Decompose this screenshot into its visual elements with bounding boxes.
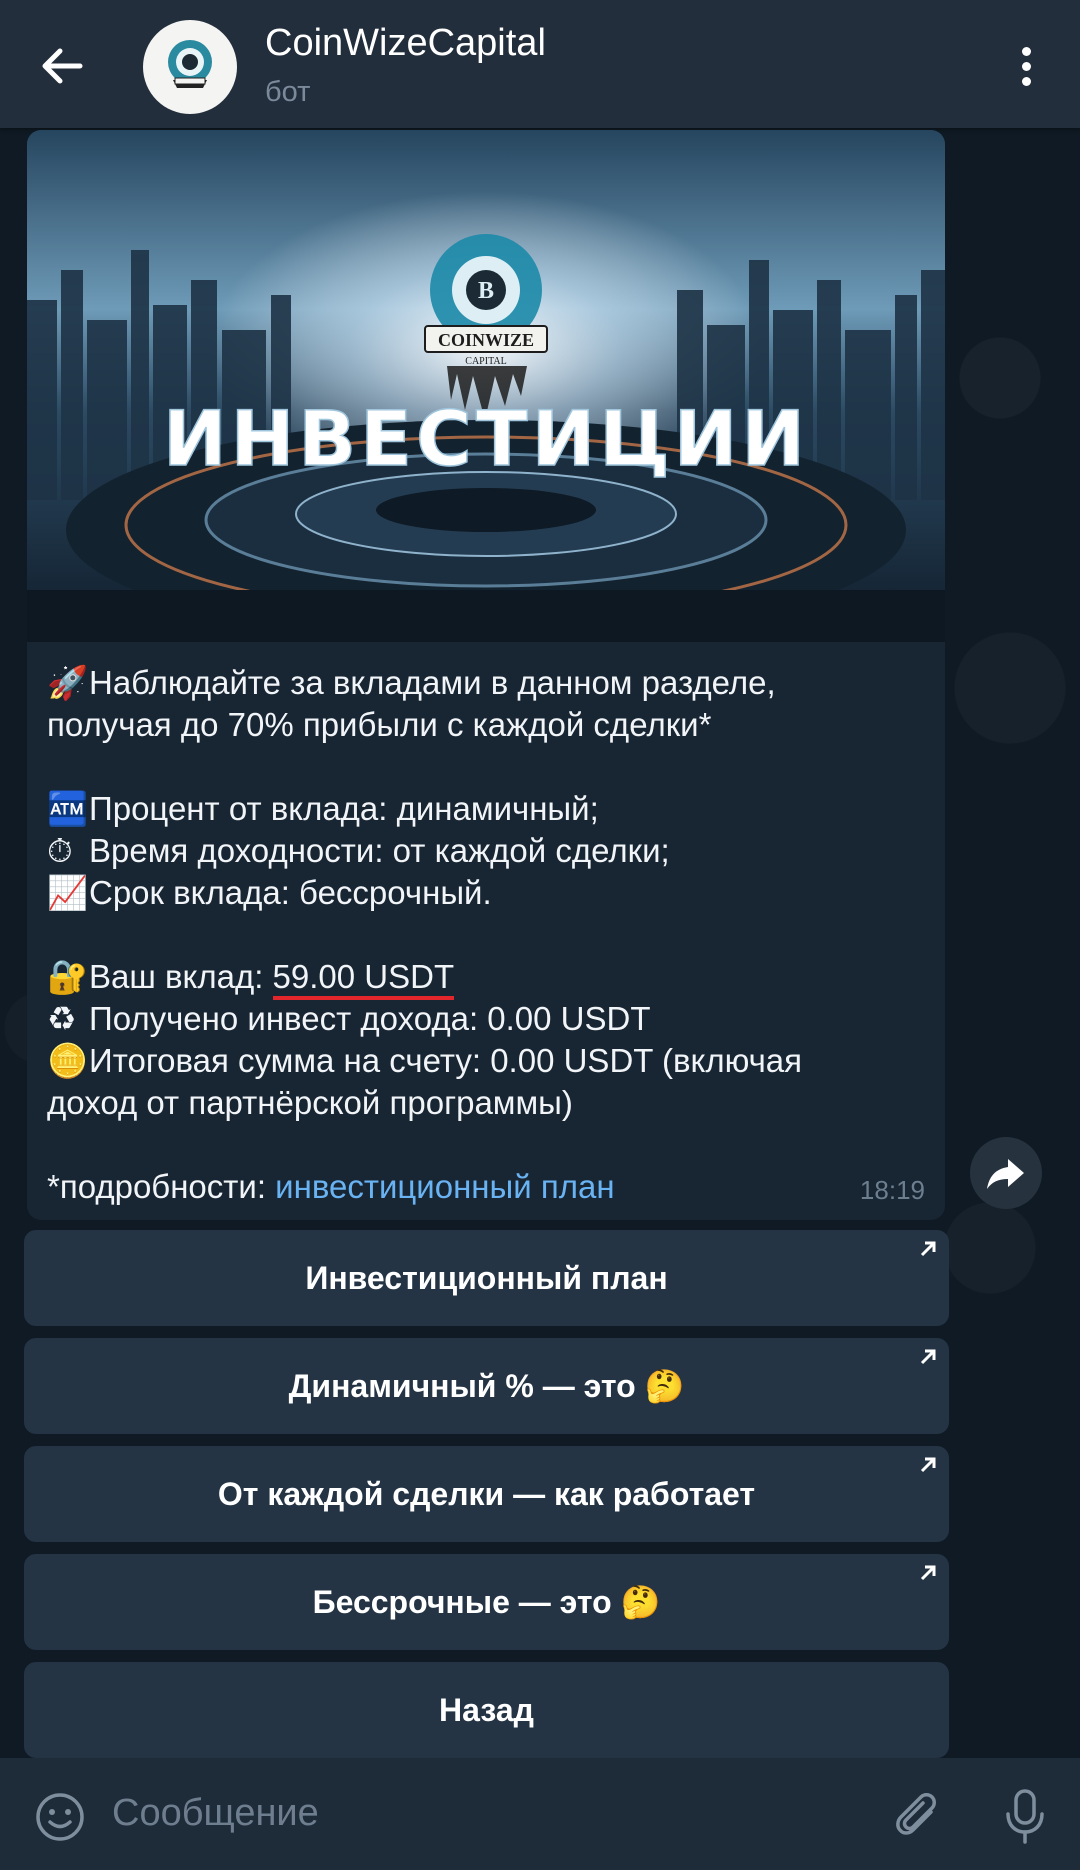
total-line-2: доход от партнёрской программы) [47,1084,573,1121]
external-arrow-icon [920,1457,936,1473]
emoji-button[interactable] [34,1791,86,1843]
external-arrow-icon [920,1349,936,1365]
rocket-icon: 🚀 [47,664,89,701]
message-input-bar [0,1758,1080,1870]
atm-icon: 🏧 [47,790,89,827]
external-arrow-icon [920,1565,936,1581]
banner-headline: ИНВЕСТИЦИИ [163,394,809,483]
smiley-icon [36,1793,84,1841]
kebab-menu-icon[interactable] [1010,44,1042,92]
stopwatch-icon: ⏱ [47,832,73,869]
investments-banner-image[interactable]: B COINWIZE CAPITAL ИНВЕСТИЦИИ [27,130,945,642]
keyboard-button-perpetual[interactable]: Бессрочные — это 🤔 [24,1554,949,1650]
message-input[interactable] [112,1792,712,1835]
paperclip-icon [896,1793,936,1835]
arrow-left-icon [42,48,83,84]
microphone-icon [1006,1789,1044,1844]
keyboard-button-each-deal[interactable]: От каждой сделки — как работает [24,1446,949,1542]
investment-plan-link[interactable]: инвестиционный план [275,1168,614,1205]
coin-icon: 🪙 [47,1042,89,1079]
recycle-icon: ♻ [47,1000,77,1037]
income-line: ♻ Получено инвест дохода: 0.00 USDT [47,998,927,1040]
message-bubble: B COINWIZE CAPITAL ИНВЕСТИЦИИ 🚀Наблюдайт… [27,130,945,1220]
percent-line: 🏧Процент от вклада: динамичный; [47,788,927,830]
profit-time-line: ⏱ Время доходности: от каждой сделки; [47,830,927,872]
microphone-button[interactable] [1003,1788,1047,1846]
details-line: *подробности: инвестиционный план [47,1168,615,1205]
chat-subtitle: бот [265,76,311,108]
svg-text:B: B [478,278,494,304]
keyboard-button-investment-plan[interactable]: Инвестиционный план [24,1230,949,1326]
intro-line-2: получая до 70% прибыли с каждой сделки* [47,706,712,743]
share-button[interactable] [970,1137,1042,1209]
coinwize-logo-icon [168,40,212,88]
external-arrow-icon [920,1241,936,1257]
keyboard-button-dynamic-percent[interactable]: Динамичный % — это 🤔 [24,1338,949,1434]
keyboard-button-back[interactable]: Назад [24,1662,949,1758]
chat-title[interactable]: CoinWizeCapital [265,22,546,65]
attach-button[interactable] [893,1790,945,1846]
deposit-line: 🔐Ваш вклад: 59.00 USDT [47,956,927,1000]
intro-line-1: 🚀Наблюдайте за вкладами в данном разделе… [47,662,927,704]
banner-logo-subtext: CAPITAL [465,356,506,367]
bot-avatar[interactable] [143,20,237,114]
message-text: 🚀Наблюдайте за вкладами в данном разделе… [47,662,927,1208]
banner-logo-text: COINWIZE [438,330,534,350]
chart-up-icon: 📈 [47,874,89,911]
lock-key-icon: 🔐 [47,958,89,995]
deposit-value: 59.00 USDT [272,958,455,1000]
back-button[interactable] [36,40,88,92]
chat-header: CoinWizeCapital бот [0,0,1080,128]
share-arrow-icon [987,1159,1024,1189]
deposit-term-line: 📈Срок вклада: бессрочный. [47,872,927,914]
total-line-1: 🪙Итоговая сумма на счету: 0.00 USDT (вкл… [47,1040,927,1082]
message-time: 18:19 [859,1175,925,1205]
